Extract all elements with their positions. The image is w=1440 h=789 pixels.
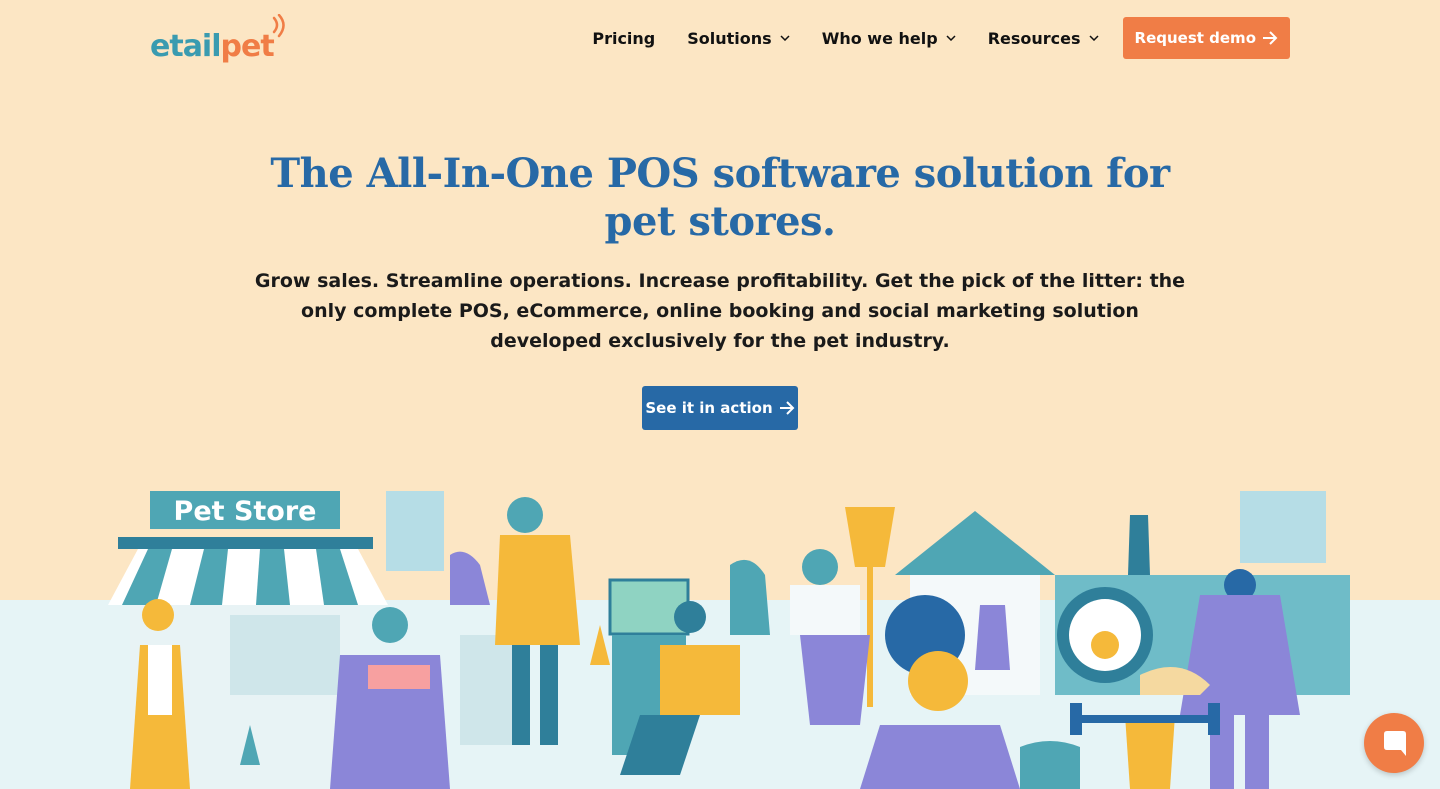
person-with-cat xyxy=(790,549,870,725)
signal-waves-icon xyxy=(272,14,285,38)
nav-resources[interactable]: Resources xyxy=(988,29,1099,48)
site-header: etailpet Pricing Solutions Who we help R… xyxy=(0,0,1440,76)
see-it-in-action-button[interactable]: See it in action xyxy=(642,386,798,430)
chat-icon xyxy=(1384,731,1406,756)
chevron-down-icon xyxy=(1088,35,1099,41)
hero-title: The All-In-One POS software solution for… xyxy=(0,150,1440,246)
pet-store-illustration: Pet Store xyxy=(108,491,1350,789)
see-it-in-action-label: See it in action xyxy=(645,399,773,417)
hero-subtitle: Grow sales. Streamline operations. Incre… xyxy=(254,270,1186,352)
arrow-right-icon xyxy=(779,401,795,415)
chevron-down-icon xyxy=(780,35,790,41)
logo[interactable]: etailpet xyxy=(150,14,295,62)
request-demo-label: Request demo xyxy=(1134,29,1256,47)
chat-launcher-button[interactable] xyxy=(1364,713,1424,773)
nav-who-we-help[interactable]: Who we help xyxy=(822,29,956,48)
request-demo-button[interactable]: Request demo xyxy=(1122,17,1290,59)
nav-solutions-label: Solutions xyxy=(687,28,772,48)
nav-pricing-label: Pricing xyxy=(592,28,656,48)
hero-title-line1: The All-In-One POS software solution for xyxy=(270,150,1170,197)
arrow-right-icon xyxy=(1263,31,1278,45)
main-nav: Pricing Solutions Who we help Resources … xyxy=(560,17,1290,59)
logo-wordmark: etailpet xyxy=(150,29,275,64)
hero-title-line2: pet stores. xyxy=(604,198,836,245)
chevron-down-icon xyxy=(946,35,956,41)
nav-who-we-help-label: Who we help xyxy=(821,28,938,48)
nav-pricing[interactable]: Pricing xyxy=(592,29,655,48)
store-sign: Pet Store xyxy=(174,496,317,527)
nav-resources-label: Resources xyxy=(987,28,1081,48)
nav-solutions[interactable]: Solutions xyxy=(687,28,790,48)
